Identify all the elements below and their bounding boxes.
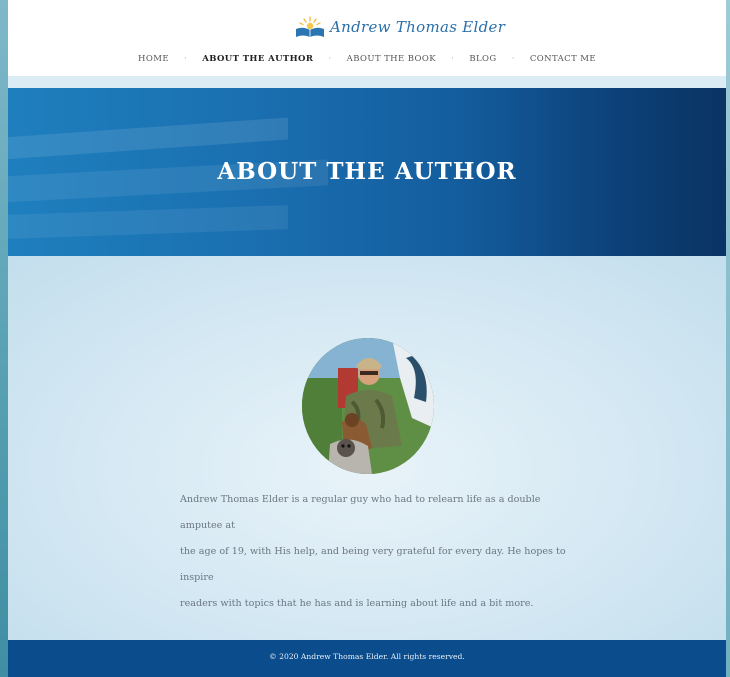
author-photo-illustration (302, 338, 434, 474)
nav-item-about-the-author[interactable]: ABOUT THE AUTHOR (198, 54, 317, 64)
author-bio-line: the age of 19, with His help, and being … (180, 546, 566, 583)
nav-separator: · (184, 54, 188, 64)
nav-separator: · (511, 54, 515, 64)
nav-item-about-the-book[interactable]: ABOUT THE BOOK (343, 54, 440, 64)
nav-item-blog[interactable]: BLOG (465, 54, 500, 64)
author-bio: Andrew Thomas Elder is a regular guy who… (180, 487, 580, 617)
nav-item-contact-me[interactable]: CONTACT ME (526, 54, 600, 64)
site-name: Andrew Thomas Elder (330, 18, 506, 36)
main-nav: HOME · ABOUT THE AUTHOR · ABOUT THE BOOK… (8, 54, 726, 72)
nav-separator: · (451, 54, 455, 64)
hero-background-books (8, 205, 288, 239)
author-bio-line: Andrew Thomas Elder is a regular guy who… (180, 494, 541, 531)
open-book-sunrise-icon (296, 16, 324, 37)
site-header: Andrew Thomas Elder HOME · ABOUT THE AUT… (8, 0, 726, 77)
site-logo[interactable]: Andrew Thomas Elder (294, 14, 505, 40)
page-frame-right (726, 0, 730, 677)
page-frame-left (0, 0, 8, 677)
author-photo (302, 338, 434, 474)
hero-banner: ABOUT THE AUTHOR (8, 88, 726, 256)
author-bio-line: readers with topics that he has and is l… (180, 598, 534, 609)
nav-separator: · (328, 54, 332, 64)
about-content: Andrew Thomas Elder is a regular guy who… (8, 256, 726, 640)
hero-background-books (8, 117, 288, 161)
copyright-text: © 2020 Andrew Thomas Elder. All rights r… (269, 652, 465, 661)
nav-item-home[interactable]: HOME (134, 54, 173, 64)
header-divider-band (8, 76, 726, 88)
page-title: ABOUT THE AUTHOR (217, 158, 517, 185)
site-footer: © 2020 Andrew Thomas Elder. All rights r… (8, 640, 726, 677)
page: Andrew Thomas Elder HOME · ABOUT THE AUT… (8, 0, 726, 677)
